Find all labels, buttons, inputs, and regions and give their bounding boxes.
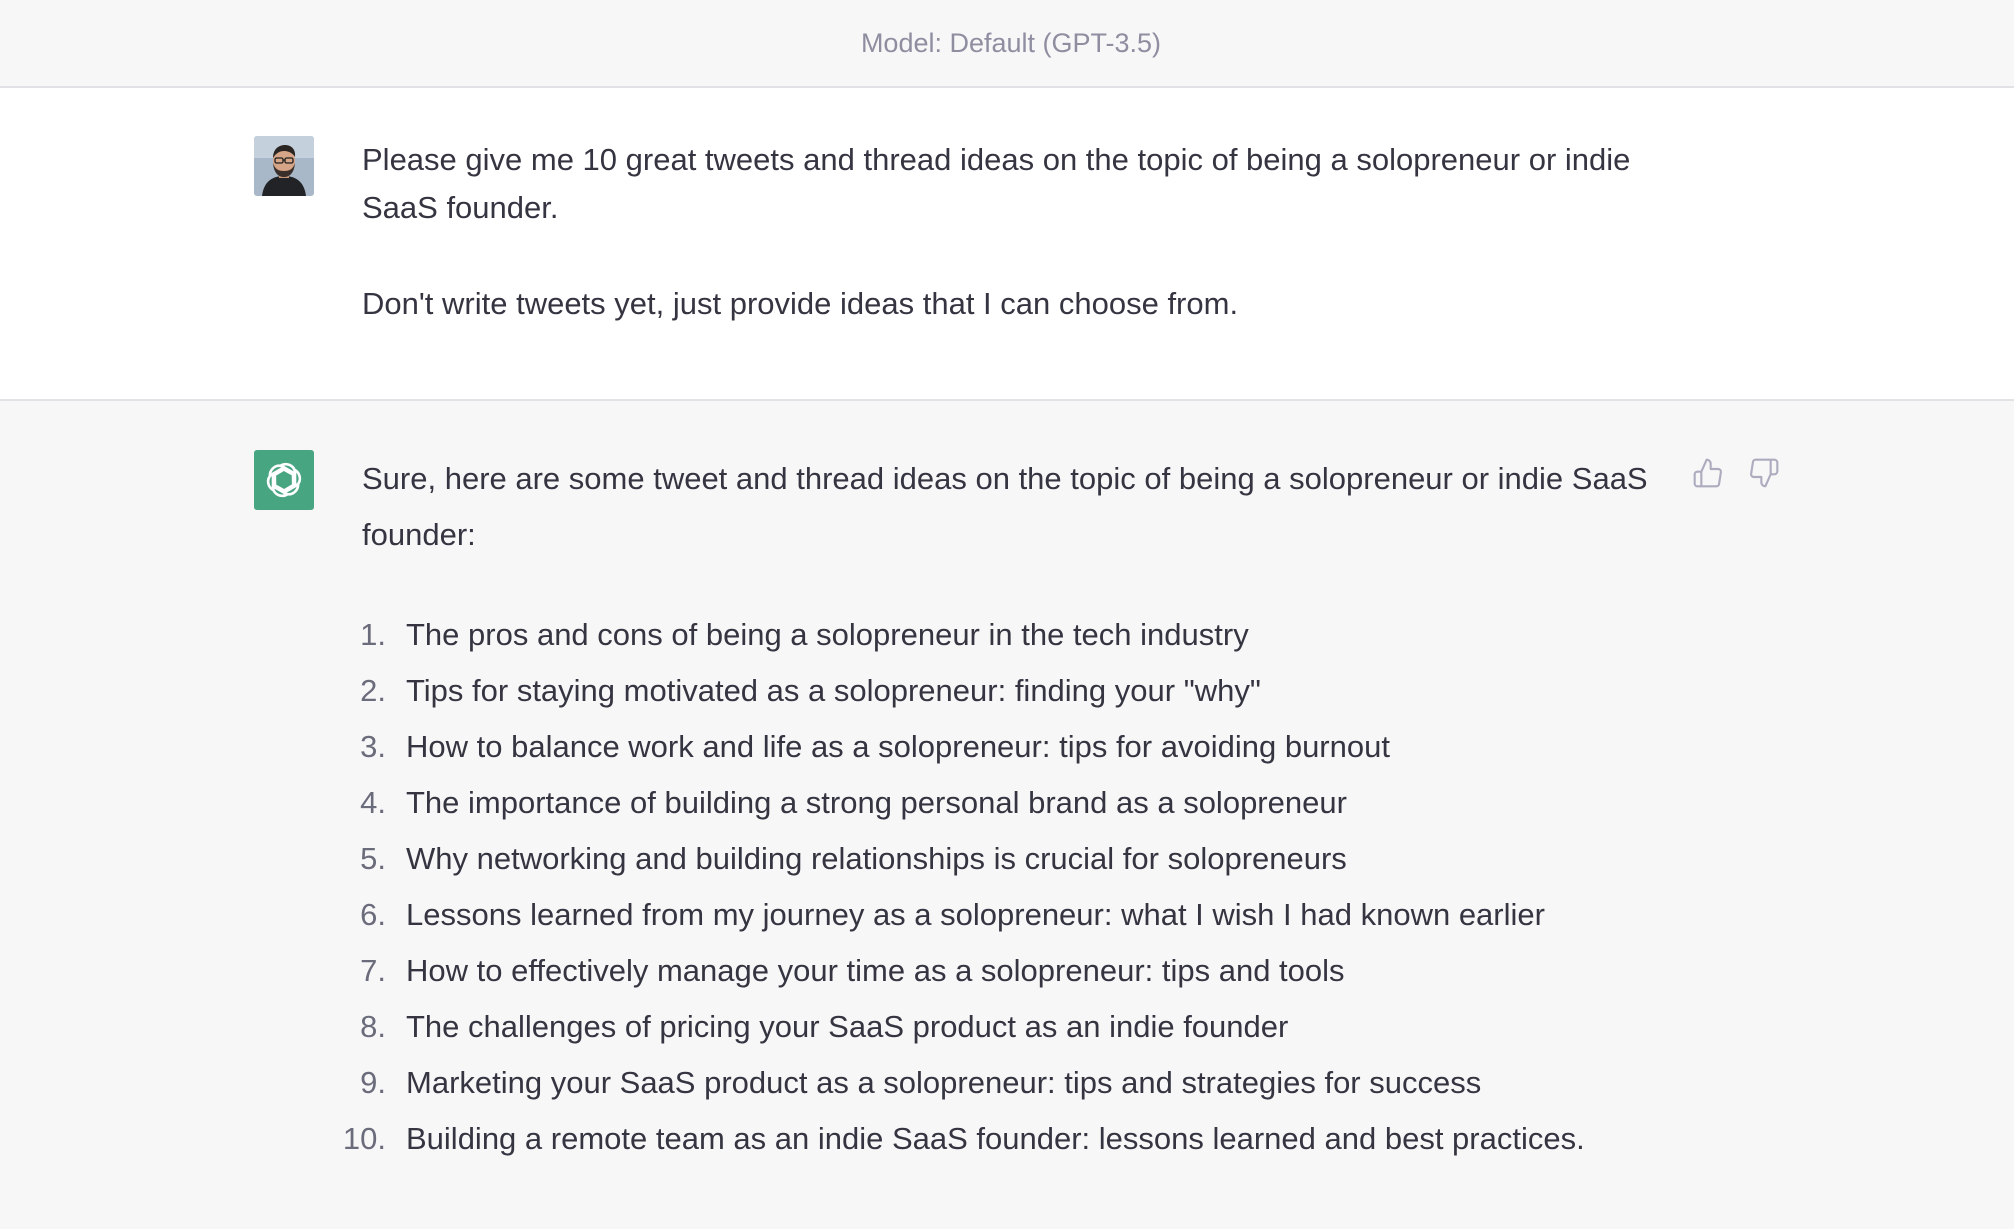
list-number: 1. bbox=[360, 617, 386, 652]
user-message-row: Please give me 10 great tweets and threa… bbox=[0, 88, 2014, 401]
list-text: Building a remote team as an indie SaaS … bbox=[406, 1121, 1585, 1156]
list-number: 10. bbox=[342, 1121, 386, 1156]
list-text: The pros and cons of being a solopreneur… bbox=[406, 617, 1249, 652]
list-item: 1. The pros and cons of being a soloprene… bbox=[320, 607, 1700, 663]
list-text: Marketing your SaaS product as a solopre… bbox=[406, 1065, 1482, 1100]
thumbs-down-button[interactable] bbox=[1746, 455, 1782, 491]
list-item: 3. How to balance work and life as a solo… bbox=[320, 719, 1700, 775]
thumbs-down-icon bbox=[1750, 458, 1779, 488]
user-paragraph: Don't write tweets yet, just provide ide… bbox=[362, 286, 1239, 321]
model-label: Model: Default (GPT-3.5) bbox=[860, 27, 1162, 58]
list-item: 7. How to effectively manage your time as… bbox=[320, 943, 1700, 999]
assistant-intro: Sure, here are some tweet and thread ide… bbox=[362, 461, 1648, 552]
list-text: Tips for staying motivated as a solopren… bbox=[406, 673, 1261, 708]
list-item: 9. Marketing your SaaS product as a solop… bbox=[320, 1055, 1700, 1111]
list-number: 4. bbox=[360, 785, 386, 820]
thumbs-up-icon bbox=[1693, 458, 1722, 488]
list-item: 2. Tips for staying motivated as a solopr… bbox=[320, 663, 1700, 719]
list-number: 7. bbox=[360, 953, 386, 988]
assistant-message-row: Sure, here are some tweet and thread ide… bbox=[0, 401, 2014, 1229]
list-number: 5. bbox=[360, 841, 386, 876]
list-item: 5. Why networking and building relationsh… bbox=[320, 831, 1700, 887]
list-text: How to effectively manage your time as a… bbox=[406, 953, 1345, 988]
idea-list: 1. The pros and cons of being a soloprene… bbox=[320, 607, 1700, 1167]
list-item: 8. The challenges of pricing your SaaS pr… bbox=[320, 999, 1700, 1055]
list-number: 8. bbox=[360, 1009, 386, 1044]
assistant-avatar bbox=[254, 450, 314, 510]
list-item: 10. Building a remote team as an indie Sa… bbox=[320, 1111, 1700, 1167]
user-paragraph: Please give me 10 great tweets and threa… bbox=[362, 142, 1631, 225]
thumbs-up-button[interactable] bbox=[1690, 455, 1726, 491]
list-text: Why networking and building relationship… bbox=[406, 841, 1347, 876]
list-number: 3. bbox=[360, 729, 386, 764]
list-text: The challenges of pricing your SaaS prod… bbox=[406, 1009, 1289, 1044]
list-item: 6. Lessons learned from my journey as a s… bbox=[320, 887, 1700, 943]
list-text: How to balance work and life as a solopr… bbox=[406, 729, 1390, 764]
openai-logo-icon bbox=[266, 462, 302, 498]
list-text: Lessons learned from my journey as a sol… bbox=[406, 897, 1545, 932]
model-header: Model: Default (GPT-3.5) bbox=[0, 0, 2014, 88]
user-message-text: Please give me 10 great tweets and threa… bbox=[362, 136, 1652, 328]
user-avatar bbox=[254, 136, 314, 196]
list-item: 4. The importance of building a strong pe… bbox=[320, 775, 1700, 831]
list-number: 9. bbox=[360, 1065, 386, 1100]
list-text: The importance of building a strong pers… bbox=[406, 785, 1347, 820]
list-number: 6. bbox=[360, 897, 386, 932]
list-number: 2. bbox=[360, 673, 386, 708]
